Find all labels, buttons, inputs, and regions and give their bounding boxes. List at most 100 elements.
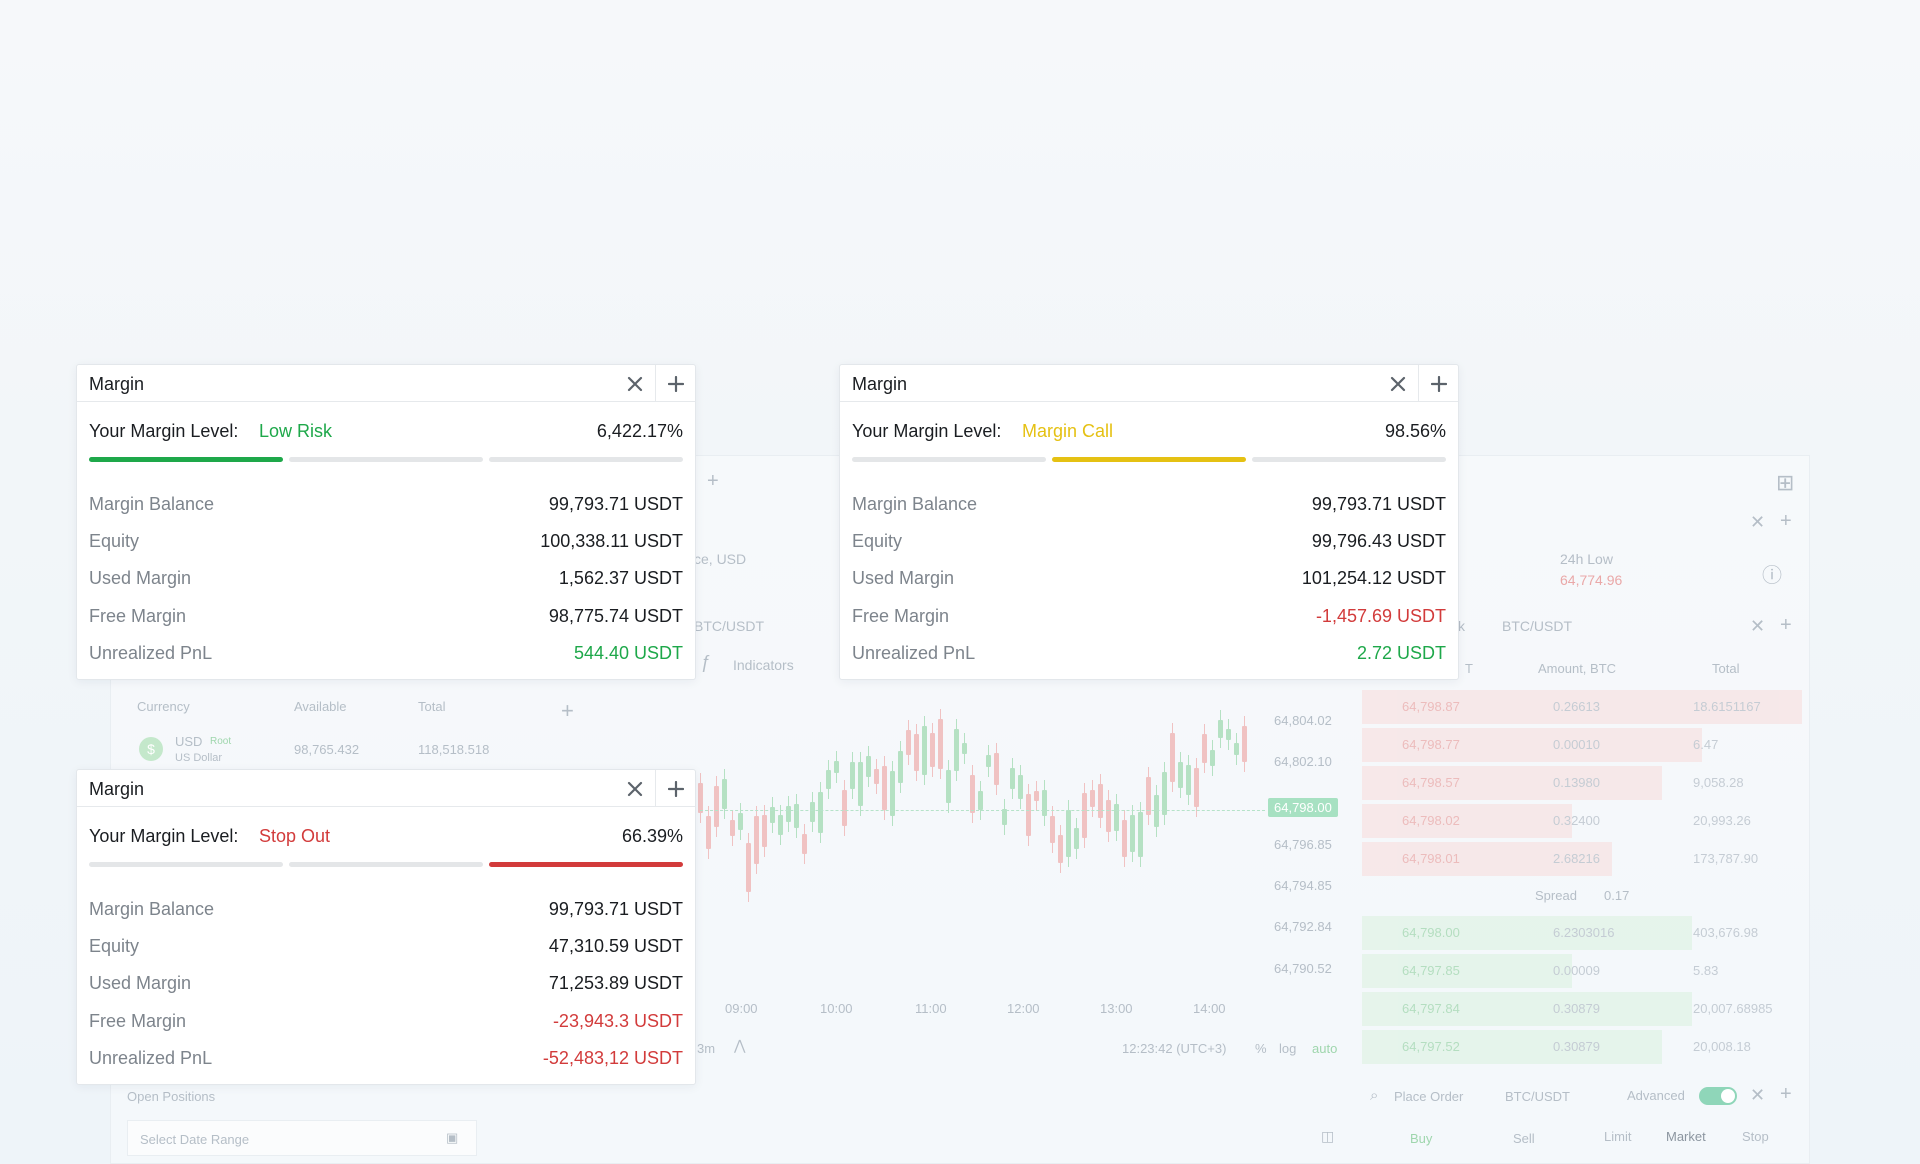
ask-price: 64,798.02 bbox=[1402, 813, 1460, 828]
bid-amount: 0.00009 bbox=[1553, 963, 1600, 978]
candle-body bbox=[938, 719, 943, 770]
row-value: 47,310.59 USDT bbox=[548, 936, 683, 957]
candle-body bbox=[898, 751, 903, 784]
bg-time-5: 14:00 bbox=[1193, 1001, 1226, 1016]
bid-amount: 0.30879 bbox=[1553, 1039, 1600, 1054]
bg-ob-hdr-amount: Amount, BTC bbox=[1538, 661, 1617, 676]
row-label: Free Margin bbox=[89, 1010, 187, 1031]
bg-limit: Limit bbox=[1604, 1129, 1632, 1144]
ask-total: 18.6151167 bbox=[1693, 699, 1761, 714]
candle-body bbox=[818, 792, 823, 833]
bid-price: 64,797.52 bbox=[1402, 1039, 1460, 1054]
close-icon[interactable] bbox=[615, 365, 655, 402]
free-margin-row: Free Margin -1,457.69 USDT bbox=[852, 601, 1446, 638]
bid-price: 64,797.85 bbox=[1402, 963, 1460, 978]
row-value: 99,796.43 USDT bbox=[1311, 531, 1446, 552]
margin-level-value: 6,422.17% bbox=[596, 421, 683, 441]
candle-body bbox=[730, 819, 735, 837]
add-icon[interactable] bbox=[655, 770, 695, 807]
candle-body bbox=[706, 815, 711, 850]
row-value: -1,457.69 USDT bbox=[1315, 605, 1446, 626]
bid-depth-bar bbox=[1362, 954, 1572, 988]
risk-segment-call bbox=[289, 862, 483, 867]
bg-time-4: 13:00 bbox=[1100, 1001, 1133, 1016]
bg-columns-icon: ◫ bbox=[1321, 1128, 1335, 1144]
candle-body bbox=[1050, 816, 1055, 843]
card-header: Margin bbox=[77, 770, 695, 807]
bg-advanced: Advanced bbox=[1627, 1088, 1685, 1103]
bg-time-1: 10:00 bbox=[820, 1001, 853, 1016]
bg-bal-hdr-total: Total bbox=[418, 699, 446, 714]
margin-level-label: Your Margin Level: bbox=[852, 421, 1002, 441]
bid-total: 5.83 bbox=[1693, 963, 1719, 978]
margin-level-label: Your Margin Level: bbox=[89, 421, 239, 441]
bg-price-axis-3: 64,794.85 bbox=[1274, 878, 1332, 893]
candle-body bbox=[1202, 734, 1207, 763]
row-value: 99,793.71 USDT bbox=[1311, 494, 1446, 514]
candle-body bbox=[826, 770, 831, 790]
candle-body bbox=[978, 790, 983, 811]
row-value: 101,254.12 USDT bbox=[1301, 568, 1446, 589]
bg-low-value: 64,774.96 bbox=[1560, 572, 1623, 588]
row-label: Unrealized PnL bbox=[89, 642, 213, 663]
candle-body bbox=[1106, 800, 1111, 832]
add-icon[interactable] bbox=[1418, 365, 1458, 402]
candle-body bbox=[1082, 792, 1087, 838]
bg-place-order: Place Order bbox=[1394, 1089, 1464, 1104]
candle-body bbox=[874, 769, 879, 785]
bg-indicators: Indicators bbox=[733, 657, 794, 673]
bg-price-axis-1: 64,802.10 bbox=[1274, 754, 1332, 769]
bg-log: log bbox=[1279, 1041, 1297, 1056]
bid-total: 403,676.98 bbox=[1693, 925, 1759, 940]
row-label: Unrealized PnL bbox=[852, 642, 976, 663]
bid-total: 20,007.68985 bbox=[1693, 1001, 1773, 1016]
bg-usd-available: 98,765.432 bbox=[294, 742, 360, 757]
bg-info-icon: ⓘ bbox=[1762, 565, 1782, 587]
candle-body bbox=[1002, 809, 1007, 825]
ask-total: 9,058.28 bbox=[1693, 775, 1744, 790]
candle-body bbox=[810, 802, 815, 822]
candle-body bbox=[970, 775, 975, 813]
ask-price: 64,798.57 bbox=[1402, 775, 1460, 790]
ask-price: 64,798.77 bbox=[1402, 737, 1460, 752]
ask-amount: 0.32400 bbox=[1553, 813, 1600, 828]
unrealized-pnl-row: Unrealized PnL -52,483,12 USDT bbox=[89, 1043, 683, 1080]
bg-layout-icon: ⊞ bbox=[1776, 470, 1795, 495]
free-margin-row: Free Margin -23,943.3 USDT bbox=[89, 1006, 683, 1043]
row-value: -52,483,12 USDT bbox=[542, 1047, 683, 1068]
add-icon[interactable] bbox=[655, 365, 695, 402]
equity-row: Equity 99,796.43 USDT bbox=[852, 526, 1446, 563]
bg-interval: 3m bbox=[697, 1041, 716, 1056]
ask-price: 64,798.87 bbox=[1402, 699, 1460, 714]
close-icon[interactable] bbox=[1378, 365, 1418, 402]
close-icon[interactable] bbox=[615, 770, 655, 807]
candle-body bbox=[762, 815, 767, 848]
margin-level-value: 66.39% bbox=[621, 826, 683, 846]
margin-details: Margin Balance 99,793.71 USDT Equity 100,3… bbox=[89, 489, 683, 675]
margin-level-status: Margin Call bbox=[1022, 421, 1114, 441]
candle-body bbox=[954, 729, 959, 771]
bg-pair-right: BTC/USDT bbox=[1502, 618, 1572, 634]
row-label: Unrealized PnL bbox=[89, 1047, 213, 1068]
candle-body bbox=[858, 762, 863, 806]
bg-add-tab-icon: + bbox=[707, 470, 719, 492]
row-value: 99,793.71 USDT bbox=[548, 494, 683, 514]
unrealized-pnl-row: Unrealized PnL 544.40 USDT bbox=[89, 638, 683, 675]
row-value: 2.72 USDT bbox=[1356, 642, 1446, 663]
margin-level-row: Your Margin Level: Stop Out 66.39% bbox=[89, 826, 683, 850]
risk-segment-stop bbox=[1252, 457, 1446, 462]
bid-price: 64,797.84 bbox=[1402, 1001, 1460, 1016]
bg-buy: Buy bbox=[1410, 1131, 1433, 1146]
candle-body bbox=[1242, 726, 1247, 763]
bg-chart bbox=[690, 690, 1250, 990]
row-label: Used Margin bbox=[89, 568, 192, 589]
margin-balance-row: Margin Balance 99,793.71 USDT bbox=[89, 489, 683, 526]
bg-close-icon: ✕ bbox=[1750, 512, 1766, 532]
margin-balance-row: Margin Balance 99,793.71 USDT bbox=[89, 894, 683, 931]
candle-body bbox=[906, 730, 911, 755]
candle-body bbox=[786, 806, 791, 823]
candle-body bbox=[1162, 772, 1167, 816]
candle-body bbox=[946, 769, 951, 804]
used-margin-row: Used Margin 71,253.89 USDT bbox=[89, 968, 683, 1005]
card-title: Margin bbox=[852, 374, 908, 394]
